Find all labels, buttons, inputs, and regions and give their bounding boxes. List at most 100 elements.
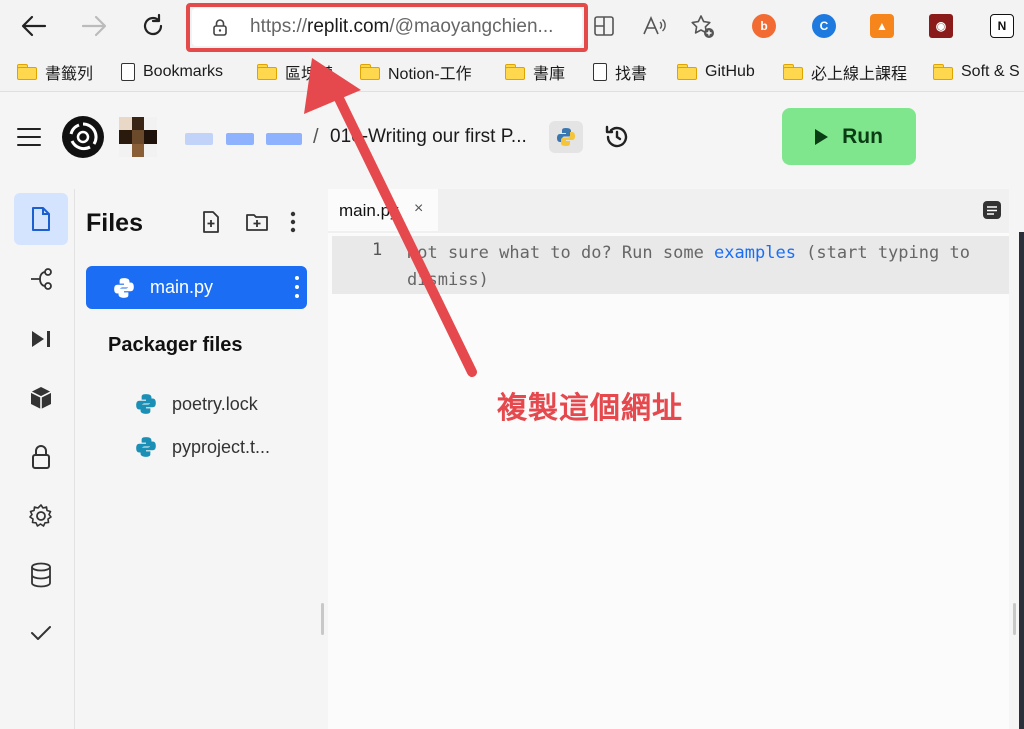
file-name: pyproject.t... xyxy=(172,436,271,457)
git-tool-button[interactable] xyxy=(14,253,68,305)
close-tab-icon[interactable]: × xyxy=(414,200,423,218)
code-line[interactable]: 1 Not sure what to do? Run some examples… xyxy=(332,236,1009,294)
forward-button[interactable] xyxy=(78,10,110,42)
file-item-pyproject[interactable]: pyproject.t... xyxy=(134,432,270,462)
replit-logo-icon[interactable] xyxy=(62,116,104,158)
file-item-poetry-lock[interactable]: poetry.lock xyxy=(134,389,258,419)
bookmark-label: GitHub xyxy=(705,63,755,80)
star-add-icon xyxy=(691,15,714,38)
git-branch-icon xyxy=(31,268,52,290)
redacted-username xyxy=(266,133,302,145)
editor-menu-button[interactable] xyxy=(982,200,1002,225)
files-tool-button[interactable] xyxy=(14,193,68,245)
split-screen-button[interactable] xyxy=(590,12,618,40)
editor-placeholder-hint: Not sure what to do? Run some examples (… xyxy=(407,240,1007,294)
database-tool-button[interactable] xyxy=(14,549,68,601)
page-icon xyxy=(593,63,607,81)
settings-tool-button[interactable] xyxy=(14,490,68,542)
refresh-icon xyxy=(143,13,163,36)
bookmark-item[interactable]: 找書 xyxy=(593,60,647,84)
bookmark-label: 找書 xyxy=(615,66,648,83)
folder-icon xyxy=(17,64,37,80)
repl-title[interactable]: 010-Writing our first P... xyxy=(330,126,527,148)
code-editor: main.py × 1 Not sure what to do? Run som… xyxy=(328,189,1009,729)
folder-icon xyxy=(677,64,697,80)
unit-tests-tool-button[interactable] xyxy=(14,607,68,659)
replit-header: / 010-Writing our first P... Run xyxy=(0,93,1024,180)
extension-b-icon[interactable]: b xyxy=(752,14,776,38)
bookmark-item[interactable]: 書籤列 xyxy=(17,60,93,84)
folder-icon xyxy=(360,64,380,80)
python-icon xyxy=(557,128,575,146)
files-panel-title: Files xyxy=(86,209,143,237)
address-bar[interactable]: https://replit.com/@maoyangchien... xyxy=(192,8,582,46)
folder-icon xyxy=(933,64,953,80)
menu-icon[interactable] xyxy=(17,128,41,146)
examples-link[interactable]: examples xyxy=(714,243,796,263)
play-icon xyxy=(815,128,829,145)
split-screen-icon xyxy=(594,16,614,36)
add-favorite-button[interactable] xyxy=(688,12,716,40)
folder-icon xyxy=(505,64,525,80)
bookmark-item[interactable]: GitHub xyxy=(677,60,755,84)
breadcrumb-separator: / xyxy=(313,126,319,148)
panel-resize-handle[interactable] xyxy=(321,603,324,635)
tab-main-py[interactable]: main.py × xyxy=(328,189,438,231)
refresh-button[interactable] xyxy=(137,10,169,42)
python-file-icon xyxy=(136,437,156,457)
lock-icon xyxy=(212,18,228,41)
packager-files-heading: Packager files xyxy=(108,334,243,356)
extension-c-icon[interactable]: C xyxy=(812,14,836,38)
python-file-icon xyxy=(136,394,156,414)
packages-tool-button[interactable] xyxy=(14,372,68,424)
file-item-main-py[interactable]: main.py xyxy=(86,266,307,309)
checkmark-icon xyxy=(31,626,51,640)
bookmark-item[interactable]: 書庫 xyxy=(505,60,565,84)
panel-resize-handle[interactable] xyxy=(1013,603,1016,635)
notion-icon[interactable]: N xyxy=(990,14,1014,38)
history-icon xyxy=(605,125,628,148)
new-file-button[interactable] xyxy=(198,209,224,235)
files-more-button[interactable] xyxy=(280,209,306,235)
secrets-tool-button[interactable] xyxy=(14,431,68,483)
read-aloud-icon xyxy=(643,16,666,35)
url-text: https://replit.com/@maoyangchien... xyxy=(250,16,570,38)
new-folder-button[interactable] xyxy=(244,209,270,235)
url-prefix: https:// xyxy=(250,16,308,37)
gear-icon xyxy=(29,504,52,527)
read-aloud-button[interactable] xyxy=(640,12,668,40)
bookmark-item[interactable]: Bookmarks xyxy=(121,60,223,84)
browser-toolbar: https://replit.com/@maoyangchien... b C … xyxy=(0,0,1024,52)
bookmark-item[interactable]: Soft & S xyxy=(933,60,1020,84)
history-button[interactable] xyxy=(603,123,631,156)
file-name: main.py xyxy=(150,277,214,297)
back-button[interactable] xyxy=(18,10,50,42)
database-icon xyxy=(31,562,51,588)
debugger-tool-button[interactable] xyxy=(14,313,68,365)
redacted-username xyxy=(226,133,254,145)
avatar[interactable] xyxy=(119,117,157,157)
run-button[interactable]: Run xyxy=(782,108,916,165)
tool-rail xyxy=(8,189,75,729)
package-cube-icon xyxy=(30,387,52,409)
step-forward-icon xyxy=(32,331,50,347)
python-file-icon xyxy=(112,276,136,305)
arrow-right-icon xyxy=(81,15,107,37)
bookmark-item[interactable]: Notion-工作 xyxy=(360,60,472,84)
file-options-icon[interactable] xyxy=(295,276,299,298)
extension-figure-icon[interactable]: ◉ xyxy=(929,14,953,38)
folder-icon xyxy=(783,64,803,80)
file-name: poetry.lock xyxy=(172,393,258,414)
metamask-icon[interactable]: ▲ xyxy=(870,14,894,38)
editor-options-icon xyxy=(983,201,1001,219)
bookmark-item[interactable]: 區塊鏈 xyxy=(257,60,333,84)
bookmark-label: Notion-工作 xyxy=(388,66,472,83)
bookmark-label: 書庫 xyxy=(533,66,566,83)
side-panel-edge xyxy=(1019,232,1024,729)
annotation-text: 複製這個網址 xyxy=(497,392,683,425)
bookmark-item[interactable]: 必上線上課程 xyxy=(783,60,907,84)
add-file-icon xyxy=(203,211,219,233)
bookmark-label: 區塊鏈 xyxy=(285,66,334,83)
file-icon xyxy=(32,207,50,231)
run-label: Run xyxy=(842,124,883,148)
